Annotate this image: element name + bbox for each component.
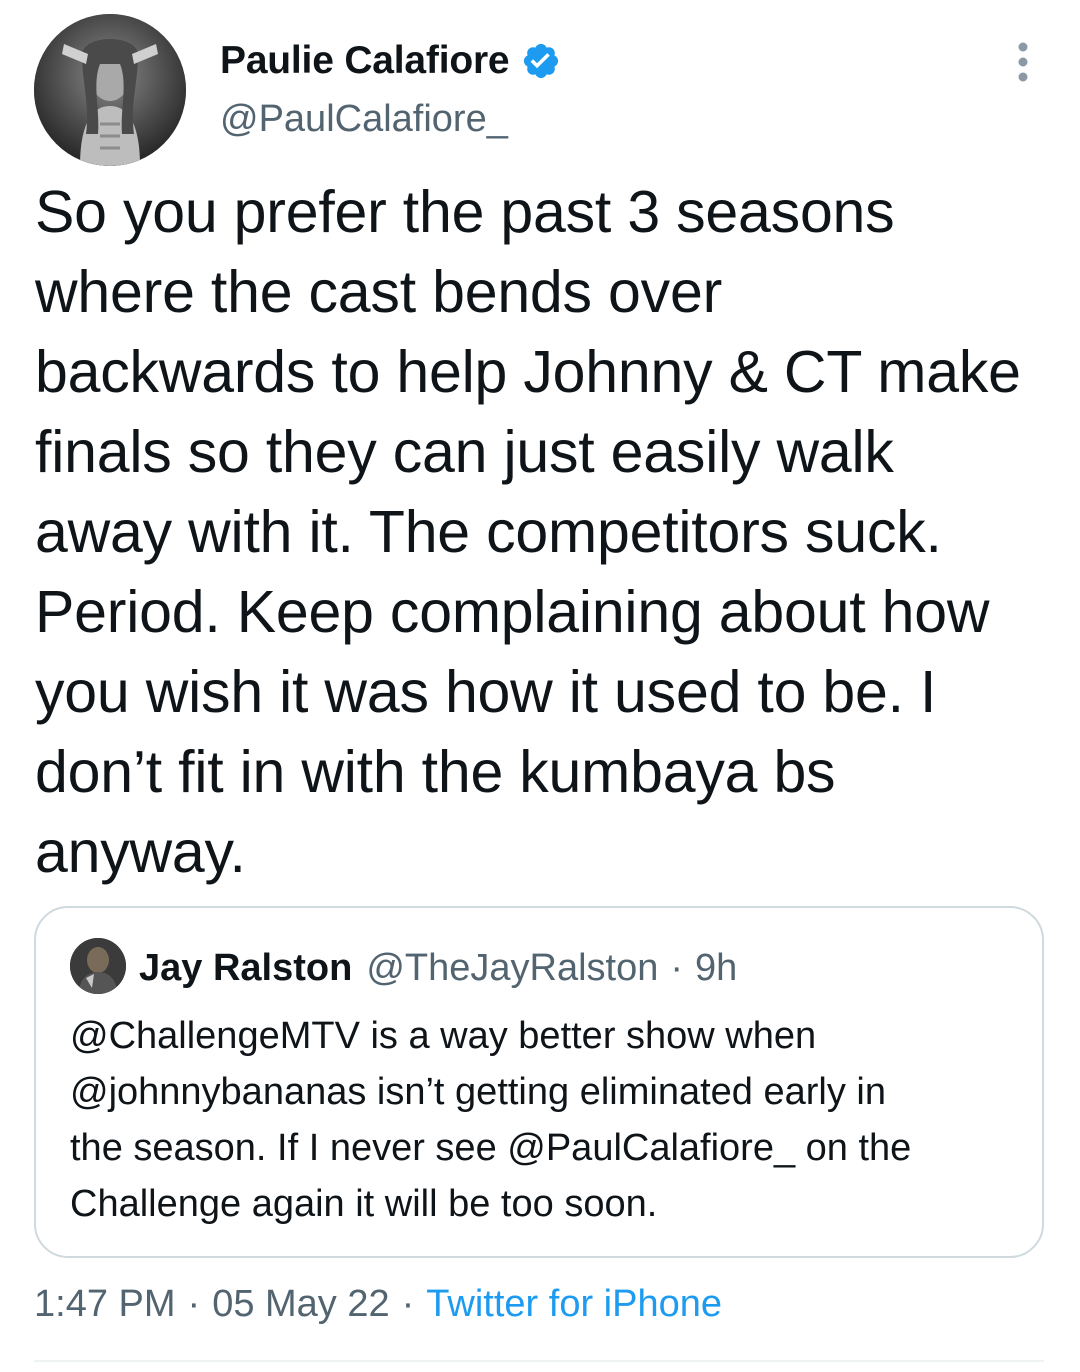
quoted-text-line: @johnnybananas isn’t getting eliminated … [70, 1071, 886, 1113]
tweet-time[interactable]: 1:47 PM [34, 1283, 176, 1326]
quoted-tweet-header: Jay Ralston @TheJayRalston · 9h [139, 940, 737, 996]
tweet-body: So you prefer the past 3 seasons where t… [35, 172, 1065, 892]
tweet-source-link[interactable]: Twitter for iPhone [426, 1283, 722, 1326]
tweet-text-line: anyway. [35, 819, 246, 885]
meta-separator: · [187, 1282, 201, 1325]
quoted-avatar-photo-icon [70, 938, 126, 994]
tweet-text-line: Period. Keep complaining about how [35, 579, 990, 645]
tweet-text-line: you wish it was how it used to be. I [35, 659, 937, 725]
author-name-row: Paulie Calafiore [220, 38, 561, 84]
tweet-text-line: where the cast bends over [35, 259, 723, 325]
meta-separator: · [401, 1282, 415, 1325]
quoted-author-handle[interactable]: @TheJayRalston [366, 947, 658, 990]
tweet-card: Paulie Calafiore @PaulCalafiore_ So you … [0, 0, 1080, 1372]
quoted-tweet-time[interactable]: 9h [695, 947, 737, 990]
quoted-author-avatar[interactable] [70, 938, 126, 994]
tweet-meta: 1:47 PM · 05 May 22 · Twitter for iPhone [34, 1280, 722, 1328]
tweet-text-line: don’t fit in with the kumbaya bs [35, 739, 836, 805]
tweet-text-line: finals so they can just easily walk [35, 419, 894, 485]
avatar-photo-icon [34, 14, 186, 166]
quoted-tweet-body: @ChallengeMTV is a way better show when … [70, 1008, 1030, 1232]
quoted-text-line: Challenge again it will be too soon. [70, 1183, 658, 1225]
quoted-text-line: @ChallengeMTV is a way better show when [70, 1015, 817, 1057]
quoted-author-name[interactable]: Jay Ralston [139, 947, 352, 990]
tweet-text-line: backwards to help Johnny & CT make [35, 339, 1021, 405]
author-display-name[interactable]: Paulie Calafiore [220, 39, 510, 83]
quoted-text-line: the season. If I never see @PaulCalafior… [70, 1127, 912, 1169]
tweet-text-line: So you prefer the past 3 seasons [35, 179, 895, 245]
tweet-date[interactable]: 05 May 22 [212, 1283, 389, 1326]
more-options-icon[interactable] [1010, 40, 1036, 84]
quoted-tweet[interactable]: Jay Ralston @TheJayRalston · 9h @Challen… [34, 906, 1044, 1258]
author-avatar[interactable] [34, 14, 186, 166]
author-header: Paulie Calafiore @PaulCalafiore_ [220, 38, 561, 141]
author-handle[interactable]: @PaulCalafiore_ [220, 98, 561, 141]
tweet-text-line: away with it. The competitors suck. [35, 499, 942, 565]
divider [34, 1360, 1044, 1362]
verified-badge-icon [521, 41, 561, 81]
quoted-separator: · [670, 946, 684, 989]
